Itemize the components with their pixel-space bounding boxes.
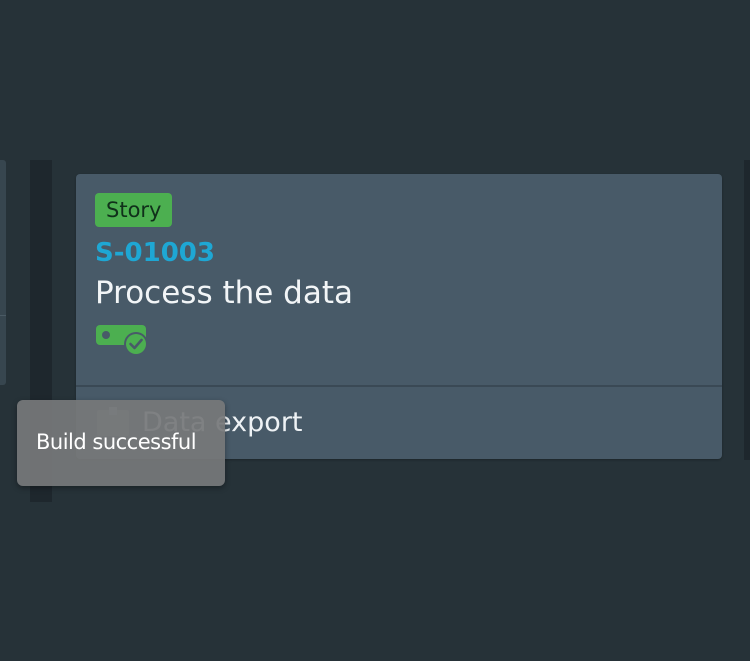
next-column-edge: [744, 160, 750, 460]
tooltip-text: Build successful: [36, 430, 197, 454]
card-id-link[interactable]: S-01003: [95, 236, 215, 270]
previous-column-edge: [0, 160, 6, 385]
build-status-tooltip: Build successful: [17, 400, 225, 486]
card-body: Story S-01003 Process the data: [76, 174, 722, 386]
story-type-badge: Story: [95, 193, 173, 227]
build-success-icon[interactable]: [96, 323, 150, 357]
card-title: Process the data: [95, 275, 354, 311]
previous-card-divider: [0, 315, 6, 316]
